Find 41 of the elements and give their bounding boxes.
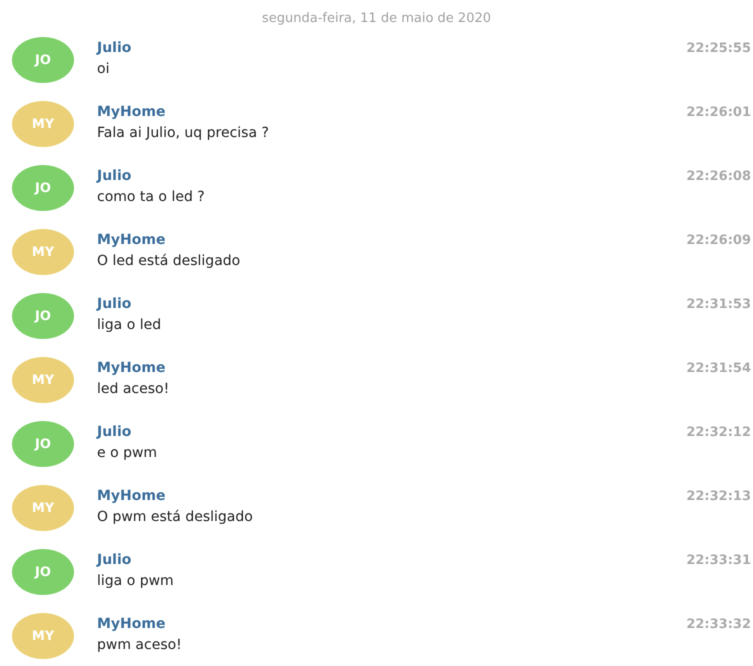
- sender-name: Julio: [97, 424, 132, 440]
- message-time: 22:33:32: [686, 616, 752, 632]
- message-text: O pwm está desligado: [97, 509, 253, 525]
- message-time: 22:25:55: [686, 40, 752, 56]
- sender-name: Julio: [97, 40, 132, 56]
- avatar: JO: [12, 549, 74, 595]
- message-time: 22:33:31: [686, 552, 752, 568]
- avatar: MY: [12, 613, 74, 659]
- message-time: 22:32:13: [686, 488, 752, 504]
- avatar: MY: [12, 485, 74, 531]
- message-text: O led está desligado: [97, 253, 240, 269]
- avatar: JO: [12, 293, 74, 339]
- message-time: 22:26:01: [686, 104, 752, 120]
- message-text: Fala ai Julio, uq precisa ?: [97, 125, 269, 141]
- avatar: MY: [12, 101, 74, 147]
- message-text: led aceso!: [97, 381, 170, 397]
- message-text: como ta o led ?: [97, 189, 205, 205]
- sender-name: Julio: [97, 552, 132, 568]
- message-text: e o pwm: [97, 445, 158, 461]
- message-text: liga o pwm: [97, 573, 174, 589]
- message-time: 22:26:08: [686, 168, 752, 184]
- message-time: 22:26:09: [686, 232, 752, 248]
- sender-name: MyHome: [97, 104, 166, 120]
- sender-name: Julio: [97, 168, 132, 184]
- avatar: JO: [12, 165, 74, 211]
- avatar: MY: [12, 357, 74, 403]
- sender-name: Julio: [97, 296, 132, 312]
- message-text: pwm aceso!: [97, 637, 182, 653]
- avatar: JO: [12, 421, 74, 467]
- avatar: MY: [12, 229, 74, 275]
- message-time: 22:32:12: [686, 424, 752, 440]
- message-text: oi: [97, 61, 110, 77]
- sender-name: MyHome: [97, 360, 166, 376]
- date-separator: segunda-feira, 11 de maio de 2020: [262, 11, 492, 26]
- avatar: JO: [12, 37, 74, 83]
- sender-name: MyHome: [97, 488, 166, 504]
- sender-name: MyHome: [97, 232, 166, 248]
- sender-name: MyHome: [97, 616, 166, 632]
- message-time: 22:31:54: [686, 360, 752, 376]
- message-time: 22:31:53: [686, 296, 752, 312]
- message-text: liga o led: [97, 317, 162, 333]
